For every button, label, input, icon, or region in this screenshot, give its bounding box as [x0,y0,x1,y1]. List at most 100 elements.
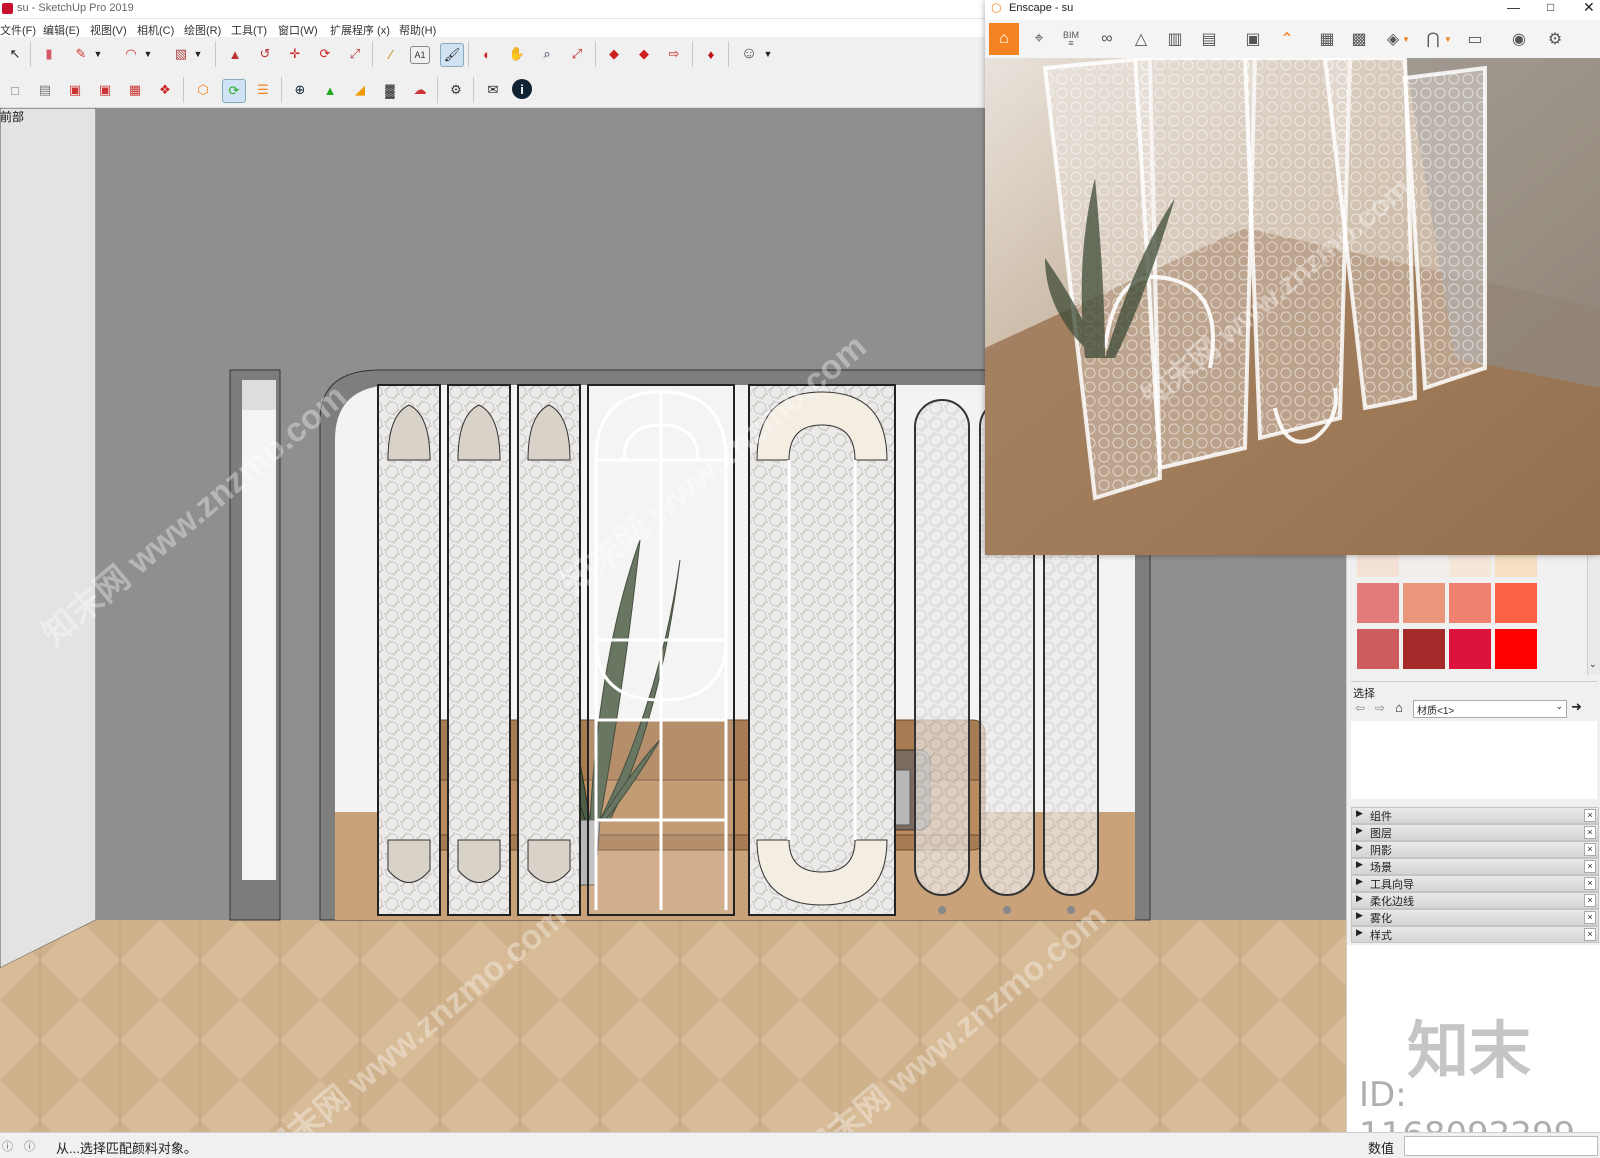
color-swatch[interactable] [1357,555,1399,577]
panel-fog[interactable]: ▶ 雾化 × [1351,909,1599,926]
forward-arrow-icon[interactable]: ⇨ [1375,701,1385,715]
chevron-down-icon[interactable]: ▼ [1401,27,1411,51]
scene-tab-label[interactable]: 前部 [0,108,24,125]
enscape-settings-icon[interactable]: ⚙ [445,79,467,101]
enscape-asset-library-icon[interactable]: ▲ [319,79,341,101]
settings-gear-icon[interactable]: ⚙ [1543,27,1567,51]
details-arrow-icon[interactable]: ➜ [1571,699,1582,715]
zoom-icon[interactable]: ⌕ [536,43,558,65]
pan-icon[interactable]: ✋ [506,43,528,65]
close-icon[interactable]: × [1584,843,1596,856]
render-export-icon[interactable]: ▣ [1241,27,1265,51]
color-swatch[interactable] [1449,629,1491,669]
color-swatch[interactable] [1357,629,1399,669]
maximize-icon[interactable]: □ [1547,0,1554,14]
solid-union-icon[interactable]: □ [4,79,26,101]
color-swatch[interactable] [1403,583,1445,623]
user-account-icon[interactable]: ☺ [738,43,760,65]
text-icon[interactable]: A1 [410,46,430,64]
move-icon[interactable]: ✛ [284,43,306,65]
enscape-start-icon[interactable]: ⬡ [192,79,214,101]
info-icon[interactable]: ⓘ [24,1138,35,1154]
upload-icon[interactable]: ⇨ [663,43,685,65]
scale-icon[interactable]: ⤢ [344,43,366,65]
home-icon[interactable]: ⌂ [1395,700,1403,715]
menu-help[interactable]: 帮助(H) [399,22,436,38]
back-arrow-icon[interactable]: ⇦ [1355,701,1365,715]
building-icon[interactable]: ▥ [1163,27,1187,51]
panorama-icon[interactable]: ▩ [1347,27,1371,51]
warehouse-icon[interactable]: ◆ [603,43,625,65]
close-icon[interactable]: × [1584,809,1596,822]
map-icon[interactable]: ▦ [1315,27,1339,51]
info-icon[interactable]: i [512,79,532,99]
panel-scenes[interactable]: ▶ 场景 × [1351,858,1599,875]
panel-soften-edges[interactable]: ▶ 柔化边线 × [1351,892,1599,909]
color-swatch[interactable] [1357,583,1399,623]
eye-icon[interactable]: ◉ [1507,27,1531,51]
arc-icon[interactable]: ◠ [120,43,142,65]
chevron-down-icon[interactable]: ▼ [92,43,104,65]
paint-bucket-icon[interactable]: 🖌 [440,43,464,67]
menu-camera[interactable]: 相机(C) [137,22,174,38]
material-dropdown[interactable]: 材质<1> ⌄ [1413,700,1567,718]
menu-file[interactable]: 文件(F) [0,22,36,38]
close-icon[interactable]: × [1584,894,1596,907]
chevron-down-icon[interactable]: ▼ [762,43,774,65]
pencil-icon[interactable]: ✎ [70,43,92,65]
color-swatch[interactable] [1495,583,1537,623]
panel-instructor[interactable]: ▶ 工具向导 × [1351,875,1599,892]
close-icon[interactable]: × [1584,860,1596,873]
color-swatch[interactable] [1403,629,1445,669]
home-icon[interactable]: ⌂ [989,23,1019,55]
measurements-input[interactable] [1404,1136,1598,1156]
close-icon[interactable]: × [1584,826,1596,839]
vr-headset-icon[interactable]: ▭ [1463,27,1487,51]
swatch-scrollbar[interactable]: ⌄ [1587,555,1600,675]
chevron-down-icon[interactable]: ▼ [192,43,204,65]
follow-me-icon[interactable]: ↺ [254,43,276,65]
minimize-icon[interactable]: — [1507,0,1520,15]
panel-shadows[interactable]: ▶ 阴影 × [1351,841,1599,858]
feedback-mail-icon[interactable]: ✉ [482,79,504,101]
enscape-live-update-icon[interactable]: ⟳ [222,79,246,103]
enscape-render-view[interactable]: 知末网 www.znzmo.com [985,58,1600,555]
select-icon[interactable]: ↖ [4,43,26,65]
menu-edit[interactable]: 编辑(E) [43,22,80,38]
eraser-icon[interactable]: ▮ [38,43,60,65]
menu-tools[interactable]: 工具(T) [231,22,267,38]
chevron-down-icon[interactable]: ⌄ [1589,659,1597,670]
chevron-down-icon[interactable]: ▼ [142,43,154,65]
solid-split-icon[interactable]: ▦ [124,79,146,101]
share-model-icon[interactable]: ◆ [633,43,655,65]
solid-outer-shell-icon[interactable]: ❖ [154,79,176,101]
close-icon[interactable]: ✕ [1583,0,1595,16]
clapperboard-icon[interactable]: ▤ [1197,27,1221,51]
panel-styles[interactable]: ▶ 样式 × [1351,926,1599,943]
color-swatch[interactable] [1495,629,1537,669]
chevron-down-icon[interactable]: ▼ [1443,27,1453,51]
enscape-texture-icon[interactable]: ▓ [379,79,401,101]
extension-warehouse-icon[interactable]: ♦ [700,43,722,65]
close-icon[interactable]: × [1584,928,1596,941]
location-pin-icon[interactable]: ⌖ [1027,27,1051,51]
enscape-materials-icon[interactable]: ◢ [349,79,371,101]
close-icon[interactable]: × [1584,877,1596,890]
walk-mode-icon[interactable]: ⋂ [1421,27,1445,51]
chevron-up-icon[interactable]: ⌃ [1275,27,1299,51]
menu-view[interactable]: 视图(V) [90,22,127,38]
color-swatch[interactable] [1495,555,1537,577]
menu-draw[interactable]: 绘图(R) [184,22,221,38]
enscape-upload-icon[interactable]: ☁ [409,79,431,101]
rotate-icon[interactable]: ⟳ [314,43,336,65]
color-swatch[interactable] [1403,555,1445,577]
push-pull-icon[interactable]: ▲ [224,43,246,65]
panel-layers[interactable]: ▶ 图层 × [1351,824,1599,841]
binoculars-icon[interactable]: ∞ [1095,27,1119,51]
orbit-icon[interactable]: ◐ [476,43,498,65]
tape-measure-icon[interactable]: ∕ [380,43,402,65]
rectangle-icon[interactable]: ▧ [170,43,192,65]
enscape-sync-views-icon[interactable]: ☰ [252,79,274,101]
menu-window[interactable]: 窗口(W) [278,22,318,38]
color-swatch[interactable] [1449,555,1491,577]
